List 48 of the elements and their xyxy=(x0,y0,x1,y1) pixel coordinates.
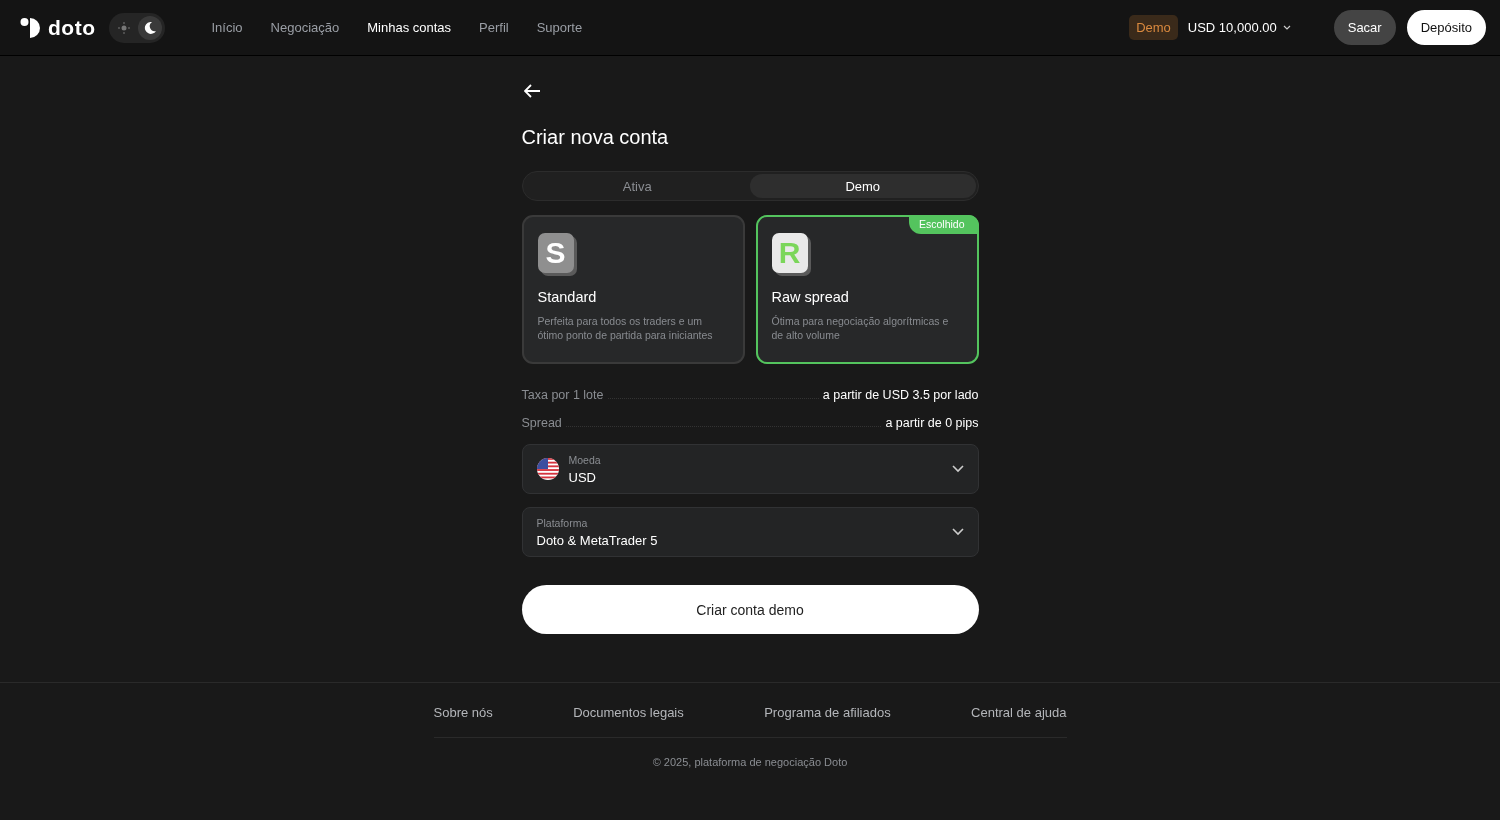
nav-link[interactable]: Negociação xyxy=(270,20,340,35)
chevron-down-icon xyxy=(951,465,964,473)
nav-link[interactable]: Início xyxy=(211,20,243,35)
logo-icon xyxy=(20,16,42,39)
chevron-down-icon[interactable] xyxy=(1282,25,1291,30)
nav-link[interactable]: Suporte xyxy=(536,20,583,35)
theme-toggle[interactable] xyxy=(109,12,166,43)
theme-option[interactable] xyxy=(138,15,163,40)
footer-link[interactable]: Sobre nós xyxy=(433,705,493,720)
withdraw-button[interactable]: Sacar xyxy=(1333,10,1396,45)
detail-value: a partir de 0 pips xyxy=(885,416,979,430)
select-label: Plataforma xyxy=(536,516,589,529)
currency-select[interactable]: Moeda USD xyxy=(521,444,979,494)
balance-text[interactable]: USD 10,000.00 xyxy=(1187,20,1277,35)
footer-link[interactable]: Documentos legais xyxy=(573,705,684,720)
platform-select[interactable]: Plataforma Doto & MetaTrader 5 xyxy=(521,507,979,557)
copyright-text: © 2025, plataforma de negociação Doto xyxy=(651,756,849,768)
footer-link[interactable]: Central de ajuda xyxy=(971,705,1067,720)
mode-tab[interactable]: Ativa xyxy=(524,174,750,198)
mode-tab[interactable]: Demo xyxy=(750,174,976,198)
letter-tile-icon: R xyxy=(771,233,808,273)
create-account-button[interactable]: Criar conta demo xyxy=(521,585,979,634)
deposit-button[interactable]: Depósito xyxy=(1406,10,1486,45)
detail-value: a partir de USD 3.5 por lado xyxy=(822,388,979,402)
nav-link[interactable]: Minhas contas xyxy=(367,20,452,35)
page-title: Criar nova conta xyxy=(521,126,670,149)
select-value: Doto & MetaTrader 5 xyxy=(536,532,659,548)
account-type-description: Ótima para negociação algorítmicas e de alto volume xyxy=(771,314,950,342)
detail-label: Taxa por 1 lote xyxy=(521,388,604,402)
select-label: Moeda xyxy=(568,453,602,466)
account-type-name: Raw spread xyxy=(771,289,850,305)
sun-icon xyxy=(118,21,131,34)
chevron-down-icon xyxy=(951,528,964,536)
account-type-card[interactable]: S Standard Perfeita para todos os traders e um ótimo ponto de partida para iniciantes xyxy=(521,215,745,364)
nav-link[interactable]: Perfil xyxy=(479,20,509,35)
flag-icon xyxy=(536,458,559,480)
detail-label: Spread xyxy=(521,416,562,430)
footer-link[interactable]: Programa de afiliados xyxy=(764,705,891,720)
account-type-badge: Demo xyxy=(1129,15,1178,40)
account-type-card[interactable]: Escolhido R Raw spread Ótima para negociação algorítmicas e de alto volume xyxy=(755,215,979,364)
moon-icon xyxy=(143,20,158,35)
logo-text: doto xyxy=(48,15,96,40)
back-arrow-icon[interactable] xyxy=(523,84,542,98)
letter-tile-icon: S xyxy=(537,233,574,273)
select-value: USD xyxy=(568,469,597,485)
account-type-description: Perfeita para todos os traders e um ótimo ponto de partida para iniciantes xyxy=(537,314,714,342)
account-type-name: Standard xyxy=(537,289,598,305)
chosen-badge: Escolhido xyxy=(908,215,979,234)
